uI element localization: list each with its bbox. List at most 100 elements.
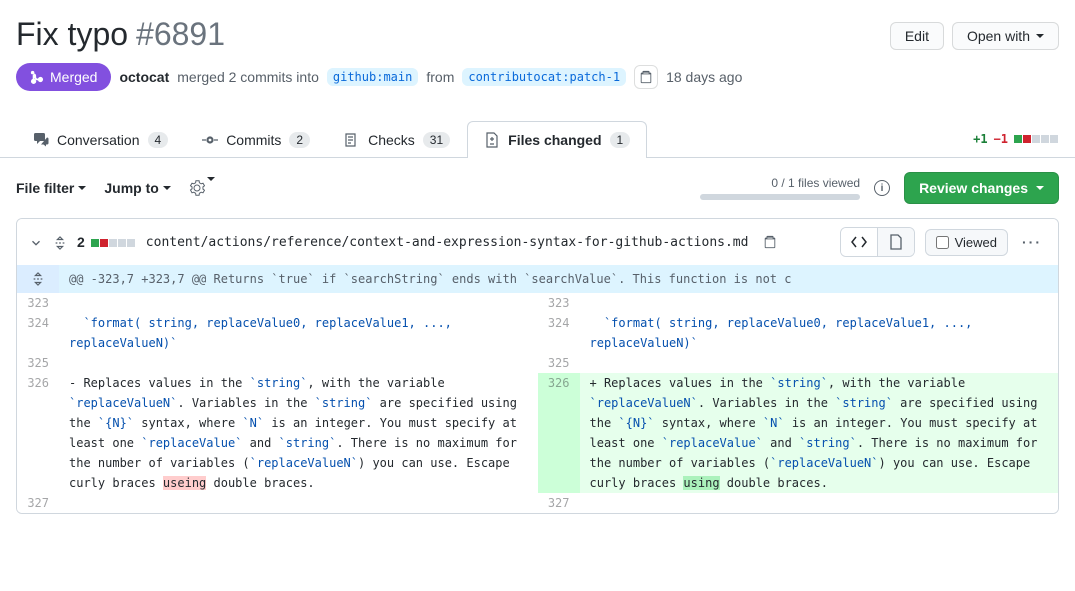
tab-checks-label: Checks [368,132,415,148]
diff-line: 325 325 [17,353,1058,373]
open-with-label: Open with [967,28,1030,44]
tab-files-changed[interactable]: Files changed 1 [467,121,647,158]
tab-commits-count: 2 [289,132,310,148]
diff-line-changed: 326 - Replaces values in the `string`, w… [17,373,1058,493]
line-number-left[interactable]: 323 [17,293,59,313]
line-number-right[interactable]: 324 [538,313,580,353]
edit-button[interactable]: Edit [890,22,944,50]
file-filter-label: File filter [16,180,74,196]
diff-line: 327 327 [17,493,1058,513]
added-word: using [683,476,719,490]
hunk-header-text: @@ -323,7 +323,7 @@ Returns `true` if `s… [59,265,1058,293]
diff-table: @@ -323,7 +323,7 @@ Returns `true` if `s… [17,265,1058,513]
jump-to-label: Jump to [104,180,158,196]
author[interactable]: octocat [119,69,169,85]
diff-view-toggle [840,227,915,257]
deleted-word: useing [163,476,206,490]
rendered-view-button[interactable] [878,228,914,256]
head-branch[interactable]: contributocat:patch-1 [462,68,626,86]
copy-branch-button[interactable] [634,65,658,89]
progress-text: 0 / 1 files viewed [771,176,860,190]
code-cell [580,293,1059,313]
diff-line: 324 `format( string, replaceValue0, repl… [17,313,1058,353]
base-branch[interactable]: github:main [327,68,418,86]
code-cell [59,353,538,373]
comment-discussion-icon [33,132,49,148]
line-number-right[interactable]: 327 [538,493,580,513]
caret-down-icon [207,177,215,196]
diff-toolbar: File filter Jump to 0 / 1 files viewed i… [0,158,1075,218]
code-cell [59,493,538,513]
diffstat-bar [1014,132,1059,146]
tab-checks[interactable]: Checks 31 [327,121,467,158]
diff-line: 323 323 [17,293,1058,313]
clipboard-icon [763,235,777,249]
file-diff-icon [484,132,500,148]
chevron-down-icon [29,236,43,250]
file-filter-button[interactable]: File filter [16,180,86,196]
unfold-icon [53,236,67,250]
files-viewed-progress: 0 / 1 files viewed [700,176,860,200]
tab-files-label: Files changed [508,132,601,148]
git-commit-icon [202,132,218,148]
code-cell [580,353,1059,373]
file-path[interactable]: content/actions/reference/context-and-ex… [146,235,749,250]
code-cell-deletion: - Replaces values in the `string`, with … [59,373,538,493]
line-number-right[interactable]: 326 [538,373,580,493]
file-header: 2 content/actions/reference/context-and-… [17,219,1058,265]
source-view-button[interactable] [841,228,878,256]
checklist-icon [344,132,360,148]
line-number-left[interactable]: 327 [17,493,59,513]
code-icon [851,234,867,250]
state-badge: Merged [16,63,111,91]
expand-hunk-button[interactable] [17,265,59,293]
tab-commits[interactable]: Commits 2 [185,121,327,158]
open-with-button[interactable]: Open with [952,22,1059,50]
tab-conversation-count: 4 [148,132,169,148]
copy-path-button[interactable] [758,230,782,254]
git-merge-icon [30,70,44,84]
overall-diffstat: +1 −1 [973,132,1059,146]
collapse-file-button[interactable] [29,234,43,250]
caret-down-icon [163,186,171,190]
gear-icon [189,180,205,196]
info-icon[interactable]: i [874,180,890,196]
tab-files-count: 1 [610,132,631,148]
hunk-header-row: @@ -323,7 +323,7 @@ Returns `true` if `s… [17,265,1058,293]
diff-settings-button[interactable] [189,180,215,196]
code-cell: `format( string, replaceValue0, replaceV… [580,313,1059,353]
merge-text-1: merged 2 commits into [177,69,319,85]
caret-down-icon [1036,34,1044,38]
viewed-checkbox[interactable] [936,236,949,249]
merge-text-2: from [426,69,454,85]
caret-down-icon [78,186,86,190]
line-number-left[interactable]: 324 [17,313,59,353]
merge-time: 18 days ago [666,69,742,85]
state-label: Merged [50,69,97,85]
viewed-toggle[interactable]: Viewed [925,229,1008,256]
line-number-left[interactable]: 326 [17,373,59,493]
caret-down-icon [1036,186,1044,190]
line-number-right[interactable]: 323 [538,293,580,313]
file-diff-block: 2 content/actions/reference/context-and-… [16,218,1059,514]
code-cell [580,493,1059,513]
code-cell: `format( string, replaceValue0, replaceV… [59,313,538,353]
pr-meta-row: Merged octocat merged 2 commits into git… [0,53,1075,107]
tabs-row: Conversation 4 Commits 2 Checks 31 Files… [0,121,1075,158]
additions-count: +1 [973,132,987,146]
review-changes-label: Review changes [919,180,1028,196]
file-diffstat: 2 [77,234,136,250]
pr-number: #6891 [136,16,225,53]
line-number-left[interactable]: 325 [17,353,59,373]
file-icon [888,234,904,250]
expand-all-button[interactable] [53,234,67,250]
viewed-label: Viewed [955,235,997,250]
review-changes-button[interactable]: Review changes [904,172,1059,204]
line-number-right[interactable]: 325 [538,353,580,373]
deletions-count: −1 [994,132,1008,146]
file-menu-button[interactable]: ··· [1018,234,1046,250]
jump-to-button[interactable]: Jump to [104,180,170,196]
clipboard-icon [639,70,653,84]
tab-conversation[interactable]: Conversation 4 [16,121,185,158]
code-cell-addition: + Replaces values in the `string`, with … [580,373,1059,493]
